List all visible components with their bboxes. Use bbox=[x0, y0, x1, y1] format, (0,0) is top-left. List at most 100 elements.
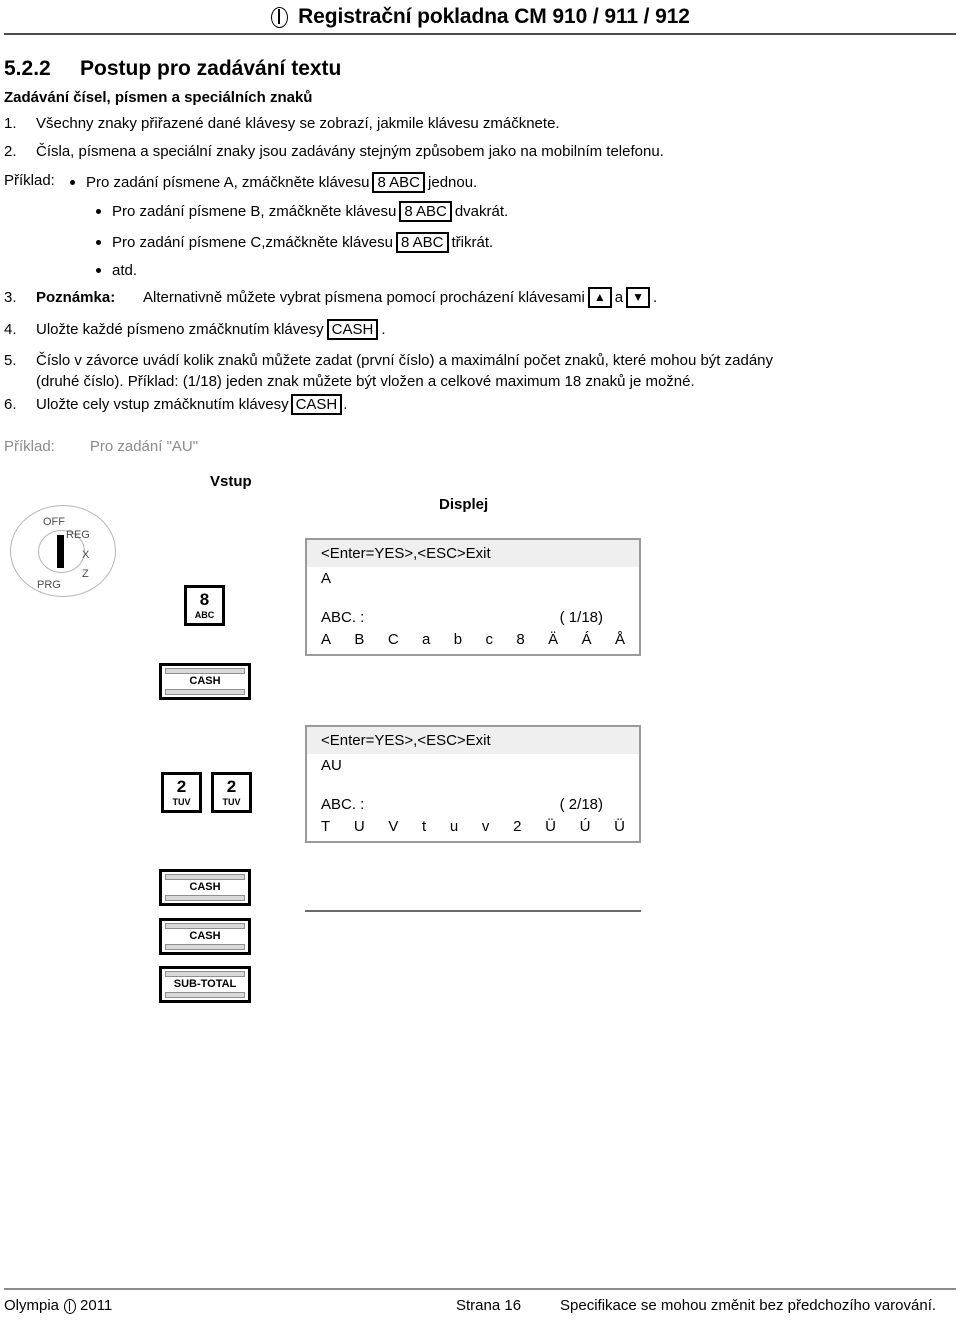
display-char-list: A B C a b c 8 Ä Á Å bbox=[307, 629, 639, 654]
display-char: a bbox=[422, 631, 431, 648]
bullet-text-after: jednou. bbox=[428, 174, 478, 191]
section-title: Postup pro zadávání textu bbox=[80, 57, 342, 80]
inline-key-cash: CASH bbox=[290, 394, 343, 415]
display-counter: ( 1/18) bbox=[559, 609, 603, 626]
display-counter: ( 2/18) bbox=[559, 796, 603, 813]
section-subtitle: Zadávání čísel, písmen a speciálních zna… bbox=[4, 89, 313, 106]
walkthrough-text: Pro zadání "AU" bbox=[89, 438, 199, 455]
display-char: Ä bbox=[548, 631, 559, 648]
inline-key-up-arrow: ▲ bbox=[587, 287, 612, 308]
display-entry-line: A bbox=[321, 570, 332, 587]
display-panel-2: <Enter=YES>,<ESC>Exit AU ABC. : ( 2/18) … bbox=[305, 725, 641, 843]
inline-key-8abc: 8 ABC bbox=[399, 201, 452, 222]
page-title: Registrační pokladna CM 910 / 911 / 912 bbox=[298, 5, 690, 28]
key-strip-top bbox=[165, 874, 245, 880]
display-char: u bbox=[449, 818, 459, 835]
display-prompt-row: ABC. : ( 2/18) bbox=[307, 793, 639, 816]
display-char: V bbox=[388, 818, 399, 835]
section-heading: 5.2.2 Postup pro zadávání textu bbox=[4, 57, 341, 81]
display-char: Ú bbox=[579, 818, 591, 835]
display-char: T bbox=[321, 818, 331, 835]
display-char: Å bbox=[614, 631, 625, 648]
key-cash-1: CASH bbox=[159, 663, 251, 700]
footer-brand: Olympia 2011 bbox=[4, 1297, 112, 1314]
mode-dial-icon: OFF REG X Z PRG bbox=[10, 505, 120, 601]
list-item: Pro zadání písmene C,zmáčkněte klávesu 8… bbox=[96, 232, 493, 253]
bullet-text-after: dvakrát. bbox=[454, 203, 509, 220]
key-letters: TUV bbox=[222, 797, 241, 807]
bullet-text-before: Pro zadání písmene A, zmáčkněte klávesu bbox=[86, 174, 370, 191]
footer-year: 2011 bbox=[80, 1297, 113, 1314]
step-text-before: Uložte každé písmeno zmáčknutím klávesy bbox=[36, 321, 324, 338]
display-entry-line: AU bbox=[321, 757, 342, 774]
olympia-logo-icon bbox=[63, 1298, 77, 1314]
list-text: Poznámka: Alternativně můžete vybrat pís… bbox=[36, 287, 657, 308]
list-index: 3. bbox=[4, 289, 17, 306]
inline-key-down-arrow: ▼ bbox=[626, 287, 651, 308]
key-8-abc: 8 ABC bbox=[184, 585, 225, 626]
list-item: 6. Uložte cely vstup zmáčknutím klávesy … bbox=[4, 394, 347, 415]
step-line-1: Číslo v závorce uvádí kolik znaků můžete… bbox=[36, 352, 774, 369]
footer-page-number: Strana 16 bbox=[456, 1297, 522, 1314]
bullet-icon bbox=[96, 268, 101, 273]
dial-label-x: X bbox=[82, 549, 90, 561]
display-char: 2 bbox=[513, 818, 522, 835]
list-item: 5. Číslo v závorce uvádí kolik znaků můž… bbox=[4, 350, 773, 392]
list-item: Pro zadání písmene B, zmáčkněte klávesu … bbox=[96, 201, 508, 222]
key-strip-top bbox=[165, 971, 245, 977]
list-item: atd. bbox=[96, 262, 137, 279]
display-char: Ü bbox=[614, 818, 625, 835]
footer-divider bbox=[4, 1288, 956, 1290]
display-char: c bbox=[485, 631, 494, 648]
list-text: Čísla, písmena a speciální znaky jsou za… bbox=[36, 143, 664, 160]
page-header: Registrační pokladna CM 910 / 911 / 912 bbox=[0, 0, 960, 35]
note-tail: . bbox=[653, 289, 658, 306]
bullet-icon bbox=[96, 240, 101, 245]
key-2-tuv-b: 2 TUV bbox=[211, 772, 252, 813]
list-index: 1. bbox=[4, 115, 17, 132]
key-cash-2: CASH bbox=[159, 869, 251, 906]
display-char: 8 bbox=[516, 631, 525, 648]
bullet-text-before: atd. bbox=[112, 262, 138, 279]
list-index: 2. bbox=[4, 143, 17, 160]
display-prompt: ABC. : bbox=[321, 609, 365, 626]
list-text: Uložte cely vstup zmáčknutím klávesy CAS… bbox=[36, 394, 347, 415]
bullet-text-before: Pro zadání písmene C,zmáčkněte klávesu bbox=[112, 234, 393, 251]
display-prompt-row: ABC. : ( 1/18) bbox=[307, 606, 639, 629]
list-index: 6. bbox=[4, 396, 17, 413]
key-label: SUB-TOTAL bbox=[173, 978, 237, 990]
key-label: CASH bbox=[189, 930, 221, 942]
display-char-list: T U V t u v 2 Ü Ú Ü bbox=[307, 816, 639, 841]
note-conjunction: a bbox=[614, 289, 624, 306]
display-char: b bbox=[453, 631, 463, 648]
display-char: Ü bbox=[545, 818, 556, 835]
key-digit: 2 bbox=[226, 777, 237, 796]
display-blank-line bbox=[307, 590, 639, 606]
list-item: 2. Čísla, písmena a speciální znaky jsou… bbox=[4, 141, 664, 162]
key-sub-total: SUB-TOTAL bbox=[159, 966, 251, 1003]
key-digit: 2 bbox=[176, 777, 187, 796]
key-letters: ABC bbox=[194, 610, 215, 620]
display-header-line: <Enter=YES>,<ESC>Exit bbox=[307, 727, 639, 754]
display-char: Á bbox=[581, 631, 592, 648]
list-text: Všechny znaky přiřazené dané klávesy se … bbox=[36, 115, 560, 132]
example-label: Příklad: bbox=[4, 172, 55, 189]
header-title-row: Registrační pokladna CM 910 / 911 / 912 bbox=[0, 0, 960, 29]
header-divider bbox=[4, 33, 956, 35]
display-char: v bbox=[481, 818, 490, 835]
display-char: B bbox=[354, 631, 365, 648]
inline-key-8abc: 8 ABC bbox=[372, 172, 426, 193]
list-text: Číslo v závorce uvádí kolik znaků můžete… bbox=[36, 350, 773, 392]
key-strip-top bbox=[165, 668, 245, 674]
step-text-before: Uložte cely vstup zmáčknutím klávesy bbox=[36, 396, 289, 413]
key-strip-bottom bbox=[165, 944, 245, 950]
display-char: U bbox=[353, 818, 365, 835]
footer-notice: Specifikace se mohou změnit bez předchoz… bbox=[560, 1297, 937, 1314]
bullet-text-after: třikrát. bbox=[451, 234, 494, 251]
display-header-line: <Enter=YES>,<ESC>Exit bbox=[307, 540, 639, 567]
display-char: C bbox=[387, 631, 399, 648]
note-text: Alternativně můžete vybrat písmena pomoc… bbox=[143, 289, 585, 306]
dial-label-off: OFF bbox=[43, 516, 65, 528]
list-text: Uložte každé písmeno zmáčknutím klávesy … bbox=[36, 319, 385, 340]
footer-brand-name: Olympia bbox=[4, 1297, 60, 1314]
